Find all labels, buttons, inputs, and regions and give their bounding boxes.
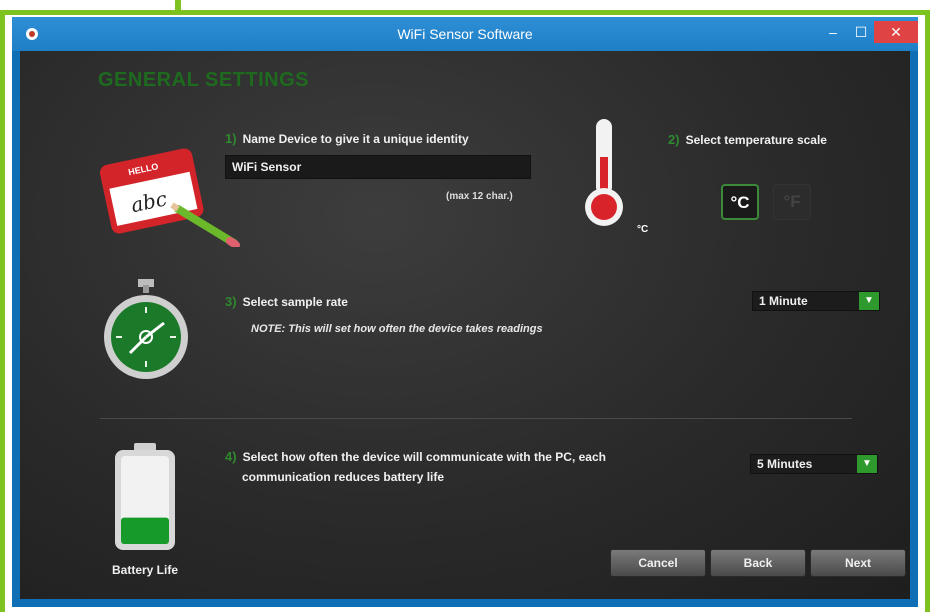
step4-text-line2: communication reduces battery life <box>242 470 445 484</box>
dropdown-arrow-icon[interactable]: ▼ <box>859 292 879 310</box>
next-button[interactable]: Next <box>810 549 906 577</box>
name-tag-icon: HELLO abc <box>99 148 240 247</box>
battery-icon <box>115 443 175 550</box>
communication-rate-value: 5 Minutes <box>757 457 813 471</box>
stopwatch-icon <box>104 279 188 379</box>
sample-rate-note: NOTE: This will set how often the device… <box>251 323 543 335</box>
back-button[interactable]: Back <box>710 549 806 577</box>
device-name-input[interactable]: WiFi Sensor <box>225 155 531 179</box>
step2-text: Select temperature scale <box>685 133 827 147</box>
step4-label: 4) Select how often the device will commu… <box>225 449 606 464</box>
step1-number: 1) <box>225 131 237 146</box>
communication-rate-dropdown[interactable]: 5 Minutes ▼ <box>750 454 878 474</box>
battery-life-label: Battery Life <box>112 563 179 577</box>
sample-rate-dropdown[interactable]: 1 Minute ▼ <box>752 291 880 311</box>
step2-number: 2) <box>668 132 680 147</box>
fahrenheit-button[interactable]: °F <box>773 184 811 220</box>
step4-text-line1: Select how often the device will communi… <box>242 450 606 464</box>
title-bar[interactable]: WiFi Sensor Software – ☐ ✕ <box>12 17 918 51</box>
section-title: GENERAL SETTINGS <box>98 69 309 91</box>
window-title: WiFi Sensor Software <box>397 26 533 42</box>
pencil-icon <box>170 202 240 247</box>
sample-rate-value: 1 Minute <box>759 294 808 308</box>
max-char-hint: (max 12 char.) <box>446 191 513 202</box>
step3-number: 3) <box>225 294 237 309</box>
celsius-button[interactable]: °C <box>721 184 759 220</box>
step3-text: Select sample rate <box>242 295 348 309</box>
close-button[interactable]: ✕ <box>874 21 918 43</box>
minimize-button[interactable]: – <box>820 21 846 43</box>
thermometer-unit: °C <box>637 224 649 235</box>
section-divider <box>100 418 852 419</box>
dropdown-arrow-icon[interactable]: ▼ <box>857 455 877 473</box>
maximize-button[interactable]: ☐ <box>848 21 874 43</box>
app-window: WiFi Sensor Software – ☐ ✕ GENERAL SETTI… <box>12 17 918 607</box>
thermometer-icon <box>585 119 623 226</box>
step2-label: 2) Select temperature scale <box>668 132 827 147</box>
cancel-button[interactable]: Cancel <box>610 549 706 577</box>
step3-label: 3) Select sample rate <box>225 294 348 309</box>
settings-panel: GENERAL SETTINGS HELLO abc 1) Name Device… <box>20 51 910 599</box>
step1-label: 1) Name Device to give it a unique identi… <box>225 131 469 146</box>
step1-text: Name Device to give it a unique identity <box>242 132 469 146</box>
step4-number: 4) <box>225 449 237 464</box>
